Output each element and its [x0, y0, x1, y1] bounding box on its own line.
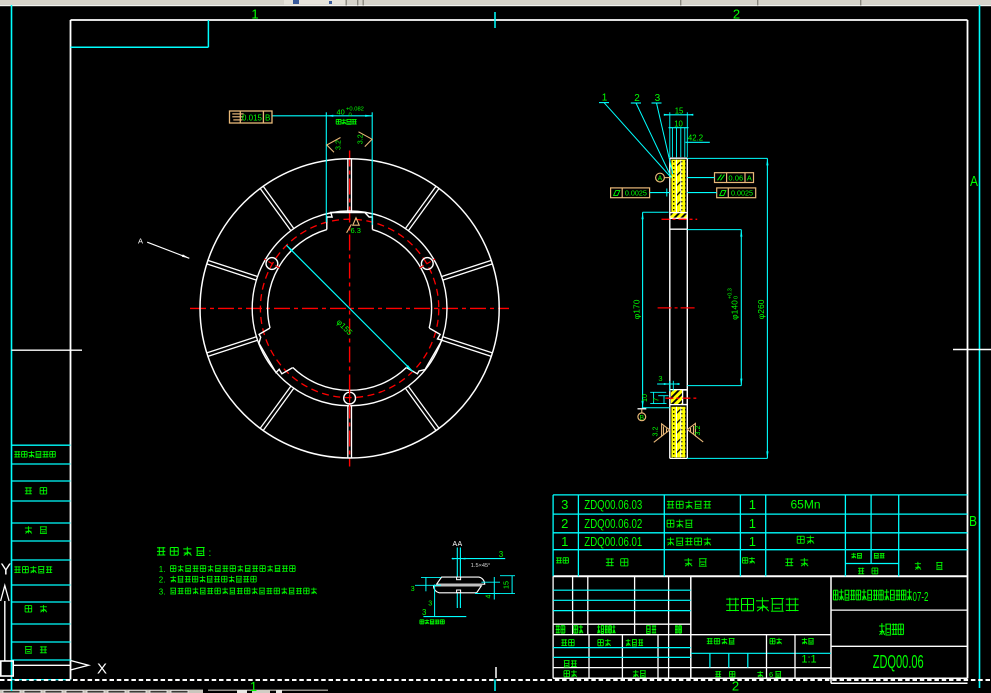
- svg-text:3: 3: [428, 601, 432, 608]
- svg-text:ZDQ00.06: ZDQ00.06: [873, 652, 924, 672]
- svg-text:3: 3: [658, 374, 662, 383]
- svg-text:40: 40: [337, 108, 345, 117]
- svg-text:X: X: [97, 661, 107, 678]
- svg-text:A: A: [458, 541, 463, 548]
- svg-text:2: 2: [733, 7, 740, 22]
- svg-text:65Mn: 65Mn: [790, 498, 820, 512]
- svg-text:07-2: 07-2: [913, 589, 929, 604]
- svg-text:0: 0: [733, 296, 739, 299]
- svg-text:2.: 2.: [159, 575, 166, 584]
- svg-text:3.2: 3.2: [651, 427, 660, 437]
- svg-text:3.2: 3.2: [356, 134, 365, 144]
- svg-text:1: 1: [749, 534, 756, 549]
- svg-text:3.2: 3.2: [334, 140, 343, 150]
- svg-text:15: 15: [675, 106, 684, 115]
- svg-text:φ140: φ140: [729, 300, 739, 320]
- svg-text:4: 4: [486, 594, 493, 598]
- svg-text:Y: Y: [1, 562, 12, 579]
- svg-text:3.2: 3.2: [693, 426, 702, 436]
- svg-text:1: 1: [251, 7, 258, 22]
- svg-text:15: 15: [502, 581, 511, 589]
- svg-text:ZDQ00.06.03: ZDQ00.06.03: [584, 497, 642, 512]
- svg-text:B: B: [969, 513, 977, 530]
- svg-text:B: B: [640, 415, 645, 422]
- svg-text:42.2: 42.2: [688, 134, 703, 143]
- svg-text:6.3: 6.3: [351, 226, 361, 235]
- svg-text:7: 7: [651, 398, 660, 402]
- svg-text:ZDQ00.06.01: ZDQ00.06.01: [584, 534, 642, 549]
- svg-text:A: A: [970, 173, 978, 190]
- svg-text:B: B: [265, 113, 270, 122]
- svg-text:1: 1: [250, 679, 257, 693]
- svg-text:A: A: [658, 175, 663, 182]
- svg-text:1: 1: [561, 534, 568, 549]
- svg-text:2: 2: [634, 93, 640, 104]
- svg-text:1: 1: [749, 497, 756, 512]
- svg-text:φ260: φ260: [756, 299, 766, 319]
- svg-text:2: 2: [732, 679, 739, 693]
- svg-text:A: A: [138, 237, 143, 246]
- svg-text:0.015: 0.015: [242, 113, 263, 122]
- svg-text:1: 1: [749, 516, 756, 531]
- svg-text:2: 2: [561, 516, 568, 531]
- svg-text:3: 3: [655, 93, 661, 104]
- svg-text:1: 1: [602, 93, 608, 104]
- svg-text:3: 3: [411, 586, 415, 593]
- svg-text::: :: [209, 548, 212, 559]
- svg-text:1:1: 1:1: [801, 653, 816, 665]
- svg-text:3: 3: [499, 550, 504, 559]
- svg-text:1.: 1.: [159, 565, 166, 574]
- svg-text:ZDQ00.06.02: ZDQ00.06.02: [584, 516, 642, 531]
- svg-text:10: 10: [640, 394, 649, 402]
- svg-text:3: 3: [422, 608, 427, 617]
- svg-text:6: 6: [769, 670, 773, 679]
- svg-text:0: 0: [349, 112, 352, 118]
- svg-text:0.0025: 0.0025: [731, 189, 753, 198]
- svg-text:3: 3: [561, 497, 568, 512]
- svg-text:0.0025: 0.0025: [625, 189, 647, 198]
- svg-text:1.5×45°: 1.5×45°: [471, 563, 491, 569]
- svg-text:φ170: φ170: [632, 299, 642, 319]
- svg-text:0.06: 0.06: [728, 173, 743, 182]
- svg-text:3.: 3.: [159, 587, 166, 596]
